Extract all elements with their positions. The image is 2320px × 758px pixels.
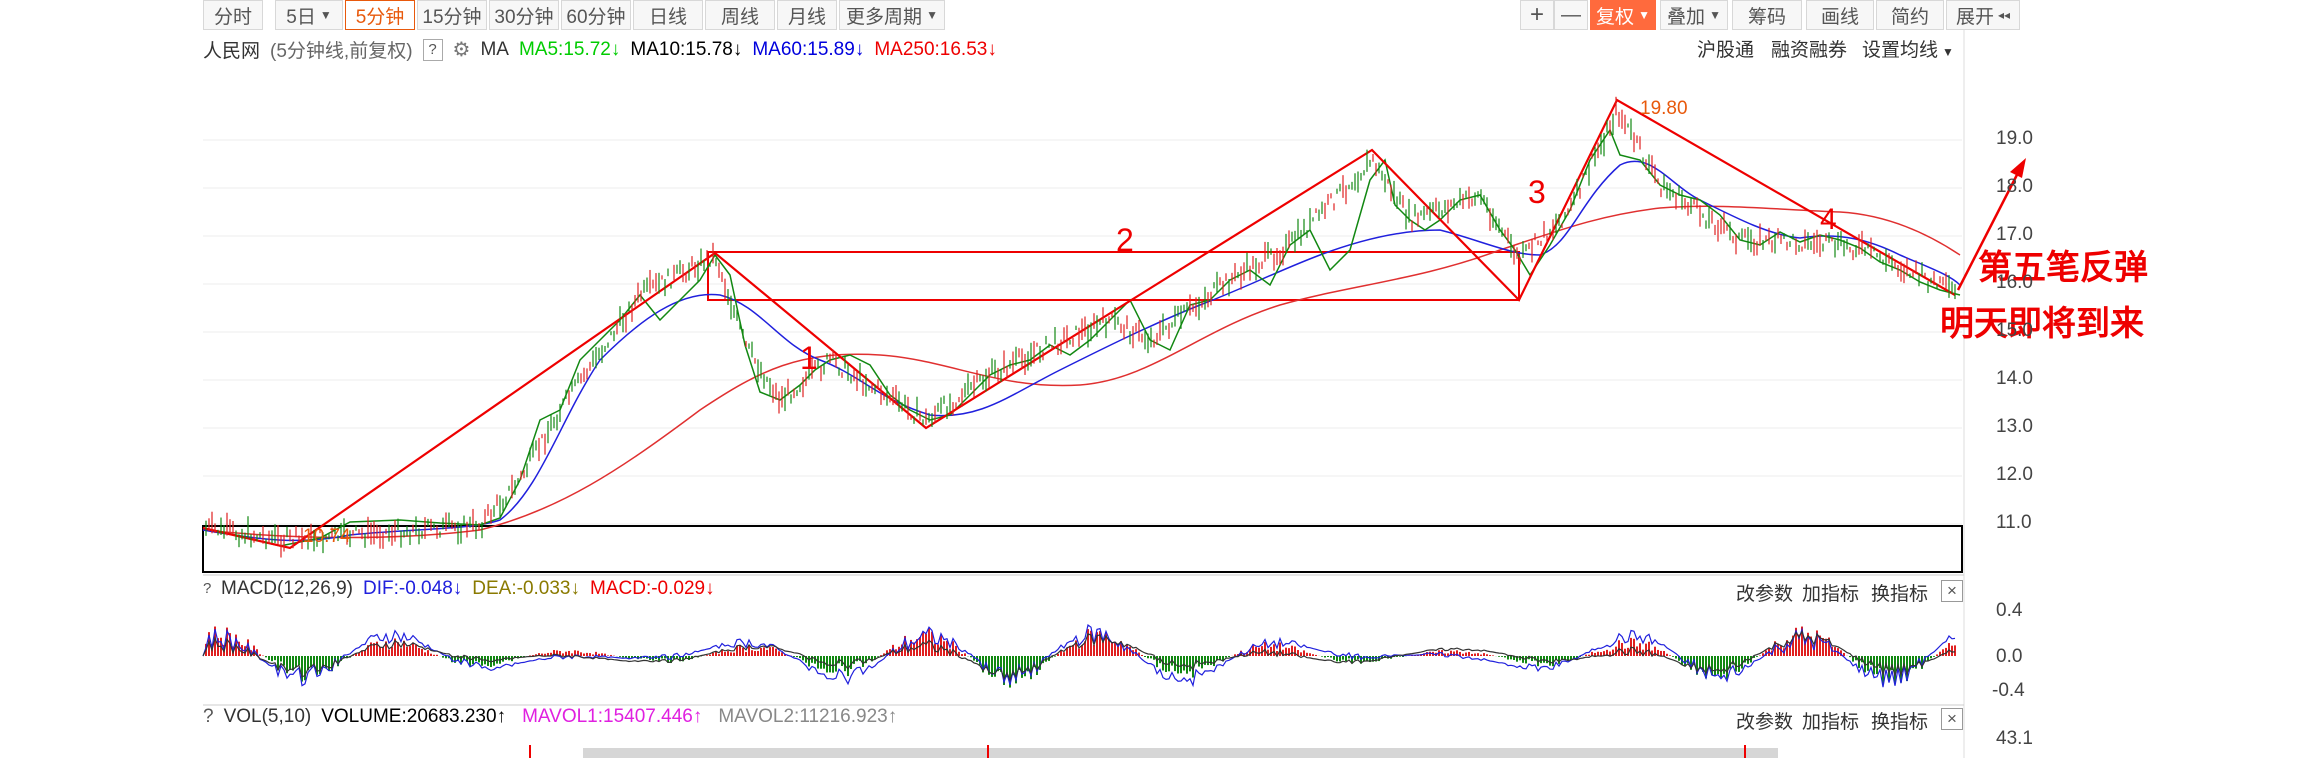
macd-params-button[interactable]: 改参数 xyxy=(1736,579,1793,606)
macd-tick: 0.0 xyxy=(1996,646,2023,667)
arrow-up-icon: ↑ xyxy=(887,706,898,727)
dif-value: DIF:-0.048 xyxy=(363,578,453,599)
macd-label: MACD(12,26,9) xyxy=(221,578,353,599)
arrow-up-icon: ↑ xyxy=(692,706,703,727)
help-icon[interactable]: ? xyxy=(203,579,211,599)
wave-label-4: 4 xyxy=(1820,203,1837,236)
macd-swap-indicator-button[interactable]: 换指标 xyxy=(1871,579,1928,606)
ma60-line xyxy=(202,160,1961,542)
volume-value: VOLUME:20683.230 xyxy=(321,706,497,727)
kline-chart[interactable] xyxy=(0,0,2320,758)
mavol2-value: MAVOL2:11216.923 xyxy=(718,706,888,727)
price-tick: 15.0 xyxy=(1996,320,2033,341)
wave-lines xyxy=(202,98,1956,550)
high-price-label: 19.80 xyxy=(1640,98,1688,119)
price-tick: 12.0 xyxy=(1996,464,2033,485)
dea-value: DEA:-0.033 xyxy=(472,578,571,599)
vol-swap-indicator-button[interactable]: 换指标 xyxy=(1871,707,1928,734)
macd-tick: 0.4 xyxy=(1996,600,2023,621)
mavol1-value: MAVOL1:15407.446 xyxy=(522,706,693,727)
wave-label-2: 2 xyxy=(1116,222,1134,258)
vol-add-indicator-button[interactable]: 加指标 xyxy=(1802,707,1859,734)
price-tick: 13.0 xyxy=(1996,416,2033,437)
arrow-down-icon: ↓ xyxy=(570,578,581,599)
wave-label-1: 1 xyxy=(800,340,818,376)
arrow-down-icon: ↓ xyxy=(452,578,463,599)
vol-close-icon[interactable]: × xyxy=(1941,708,1963,730)
price-tick: 18.0 xyxy=(1996,176,2033,197)
macd-close-icon[interactable]: × xyxy=(1941,580,1963,602)
help-icon[interactable]: ? xyxy=(203,706,214,728)
pivot-zone-box xyxy=(707,251,1520,301)
macd-tick: -0.4 xyxy=(1992,680,2025,701)
arrow-up-icon: ↑ xyxy=(496,706,507,727)
note-line2: 明天即将到来 xyxy=(1940,304,2144,344)
vol-info-row: ? VOL(5,10) VOLUME:20683.230 ↑ MAVOL1:154… xyxy=(203,706,907,728)
price-tick: 17.0 xyxy=(1996,224,2033,245)
vol-tick: 43.1 xyxy=(1996,728,2033,749)
price-tick: 14.0 xyxy=(1996,368,2033,389)
volume-bars xyxy=(583,748,1778,758)
macd-value: MACD:-0.029 xyxy=(590,578,706,599)
candles xyxy=(205,96,1956,558)
vol-params-button[interactable]: 改参数 xyxy=(1736,707,1793,734)
vol-label: VOL(5,10) xyxy=(223,706,312,727)
price-tick: 11.0 xyxy=(1996,512,2032,533)
arrow-head-icon xyxy=(2010,158,2026,178)
low-price-label: 10.74 xyxy=(303,526,351,547)
arrow-down-icon: ↓ xyxy=(705,578,715,599)
macd-info-row: ? MACD(12,26,9) DIF:-0.048 ↓ DEA:-0.033 ↓ … xyxy=(203,578,725,600)
macd-add-indicator-button[interactable]: 加指标 xyxy=(1802,579,1859,606)
price-tick: 16.0 xyxy=(1996,272,2033,293)
ma250-line xyxy=(202,205,1961,539)
wave-label-3: 3 xyxy=(1528,174,1546,210)
price-tick: 19.0 xyxy=(1996,128,2033,149)
